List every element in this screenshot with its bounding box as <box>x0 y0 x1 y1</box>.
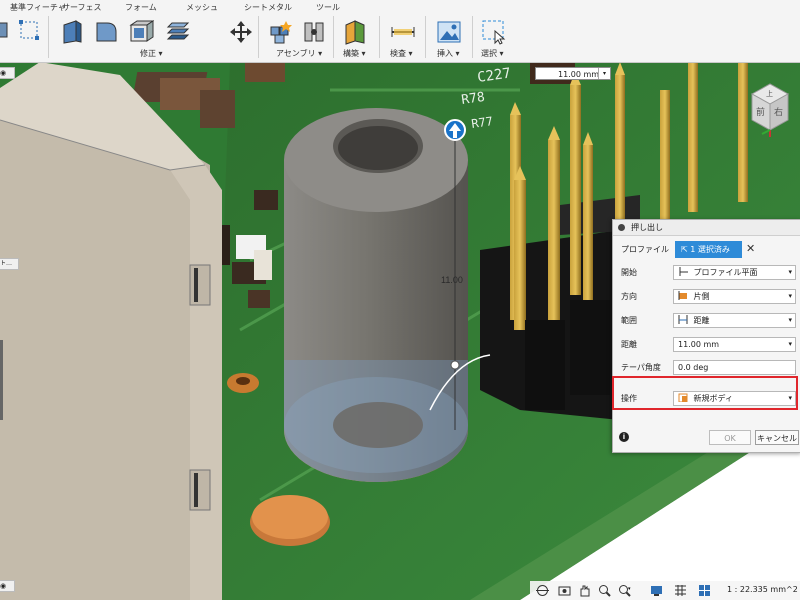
chevron-down-icon: ▾ <box>788 340 792 348</box>
toolbar-divider <box>425 16 426 58</box>
distance-icon <box>678 315 688 324</box>
cancel-button[interactable]: キャンセル <box>755 430 799 445</box>
group-modify-label[interactable]: 修正 ▾ <box>140 48 163 59</box>
operation-highlight-box <box>612 376 798 410</box>
viewcube-top-face: 上 <box>766 89 773 98</box>
group-select-label[interactable]: 選択 ▾ <box>481 48 504 59</box>
one-side-icon <box>678 291 687 300</box>
insert-image-icon[interactable] <box>436 19 461 43</box>
toolbar-divider <box>48 16 49 58</box>
profile-label: プロファイル <box>621 245 669 254</box>
move-copy-icon[interactable] <box>228 19 252 43</box>
left-panel-toggle[interactable]: ◉ <box>0 67 15 79</box>
viewports-icon[interactable] <box>698 584 711 597</box>
viewcube-right-face: 右 <box>774 106 783 118</box>
viewcube-front-face: 前 <box>756 106 765 118</box>
toolbar-divider <box>472 16 473 58</box>
create-tool-icon[interactable] <box>0 19 20 43</box>
sketch-box-icon[interactable] <box>18 19 42 43</box>
info-icon[interactable]: i <box>619 432 629 442</box>
window-select-icon[interactable] <box>481 19 506 45</box>
new-component-icon[interactable] <box>268 19 292 44</box>
chevron-down-icon[interactable]: ▾ <box>598 68 610 79</box>
chevron-down-icon: ▾ <box>788 316 792 324</box>
zoom-icon[interactable] <box>598 584 611 597</box>
area-measure-readout: 1 : 22.335 mm^2 <box>727 585 798 594</box>
left-panel-toggle-bottom[interactable]: ◉ <box>0 580 15 592</box>
offset-plane-icon[interactable] <box>343 19 367 45</box>
profile-selection-button[interactable]: ⇱ 1 選択済み <box>675 241 742 258</box>
distance-field[interactable]: 11.00 mm ▾ <box>673 337 796 352</box>
distance-input-overlay[interactable]: 11.00 mm ▾ <box>535 67 611 80</box>
group-construct-label[interactable]: 構築 ▾ <box>343 48 366 59</box>
toolbar-divider <box>258 16 259 58</box>
taper-angle-handle-icon[interactable] <box>450 360 460 370</box>
row-extent: 範囲 距離 ▾ <box>613 310 800 330</box>
extent-label: 範囲 <box>621 316 637 325</box>
extrude-dialog: 押し出し プロファイル ⇱ 1 選択済み ✕ 開始 プロファイル平面 ▾ 方向 片… <box>612 219 800 453</box>
start-select[interactable]: プロファイル平面 ▾ <box>673 265 796 280</box>
tab-tools[interactable]: ツール <box>316 2 340 13</box>
distance-label: 距離 <box>621 340 637 349</box>
direction-select[interactable]: 片側 ▾ <box>673 289 796 304</box>
left-panel-tab[interactable]: ト… <box>0 258 19 270</box>
direction-label: 方向 <box>621 292 637 301</box>
group-insert-label[interactable]: 挿入 ▾ <box>437 48 460 59</box>
pan-hand-icon[interactable] <box>578 584 591 597</box>
combine-icon[interactable] <box>164 19 190 43</box>
taper-angle-label: テーパ角度 <box>621 363 661 372</box>
row-taper-angle: テーパ角度 0.0 deg <box>613 357 800 377</box>
tab-construct-features[interactable]: 基準フィーチャ <box>10 2 66 13</box>
ok-button[interactable]: OK <box>709 430 751 445</box>
zoom-window-icon[interactable]: ▾ <box>618 584 631 597</box>
collapse-icon[interactable] <box>618 224 625 231</box>
tab-mesh[interactable]: メッシュ <box>186 2 218 13</box>
tab-surface[interactable]: サーフェス <box>62 2 102 13</box>
toolbar-divider <box>333 16 334 58</box>
ribbon-toolbar: 基準フィーチャ サーフェス フォーム メッシュ シートメタル ツール 修正 ▾ … <box>0 0 800 63</box>
tab-form[interactable]: フォーム <box>125 2 157 13</box>
pcb-label-r77: R77 <box>470 114 493 131</box>
row-distance: 距離 11.00 mm ▾ <box>613 334 800 354</box>
cursor-icon: ⇱ <box>681 245 688 254</box>
row-direction: 方向 片側 ▾ <box>613 286 800 306</box>
shell-icon[interactable] <box>128 19 155 43</box>
navigation-bar: ▾ 1 : 22.335 mm^2 <box>530 581 800 600</box>
profile-plane-icon <box>679 267 688 276</box>
display-settings-icon[interactable] <box>650 584 663 597</box>
row-profile: プロファイル ⇱ 1 選択済み ✕ <box>613 239 800 259</box>
clear-selection-icon[interactable]: ✕ <box>746 242 755 256</box>
dialog-header[interactable]: 押し出し <box>613 220 800 236</box>
tab-sheet-metal[interactable]: シートメタル <box>244 2 292 13</box>
group-assemble-label[interactable]: アセンブリ ▾ <box>276 48 322 59</box>
joint-icon[interactable] <box>302 19 326 43</box>
extent-select[interactable]: 距離 ▾ <box>673 313 796 328</box>
chevron-down-icon: ▾ <box>788 292 792 300</box>
fillet-icon[interactable] <box>94 19 118 43</box>
press-pull-icon[interactable] <box>60 19 84 44</box>
toolbar-divider <box>379 16 380 58</box>
start-label: 開始 <box>621 268 637 277</box>
measure-icon[interactable] <box>390 19 415 43</box>
orbit-icon[interactable] <box>536 584 549 597</box>
dialog-title: 押し出し <box>631 223 663 232</box>
dimension-label: 11.00 <box>441 275 463 285</box>
look-at-icon[interactable] <box>558 584 571 597</box>
viewcube[interactable]: 前 右 上 <box>742 80 792 138</box>
distance-input-value: 11.00 mm <box>558 70 600 79</box>
chevron-down-icon: ▾ <box>788 268 792 276</box>
taper-angle-field[interactable]: 0.0 deg <box>673 360 796 375</box>
svg-text:▾: ▾ <box>628 586 631 592</box>
grid-settings-icon[interactable] <box>674 584 687 597</box>
row-start: 開始 プロファイル平面 ▾ <box>613 262 800 282</box>
group-inspect-label[interactable]: 検査 ▾ <box>390 48 413 59</box>
